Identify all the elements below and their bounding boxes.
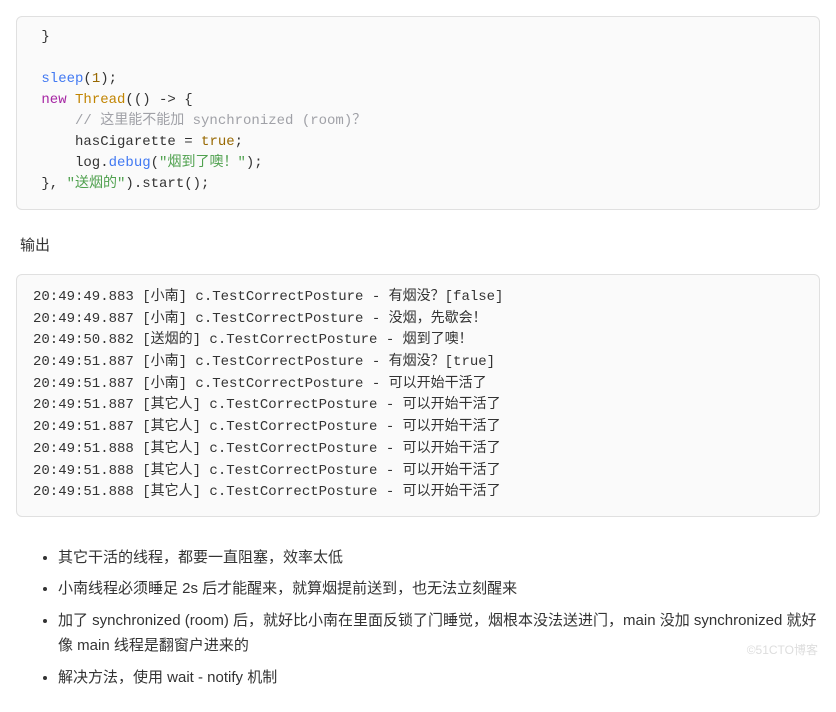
code-number: 1 xyxy=(92,71,100,87)
code-punct: ).start(); xyxy=(125,176,209,192)
code-punct: ( xyxy=(83,71,91,87)
list-item: 小南线程必须睡足 2s 后才能醒来，就算烟提前送到，也无法立刻醒来 xyxy=(58,576,820,602)
list-item: 其它干活的线程，都要一直阻塞，效率太低 xyxy=(58,545,820,571)
output-line: 20:49:51.887 [其它人] c.TestCorrectPosture … xyxy=(33,419,501,435)
output-line: 20:49:51.888 [其它人] c.TestCorrectPosture … xyxy=(33,463,501,479)
code-punct: }, xyxy=(33,176,67,192)
watermark-text: ©51CTO博客 xyxy=(747,641,818,660)
code-class-thread: Thread xyxy=(67,92,126,108)
code-var: hasCigarette xyxy=(33,134,176,150)
code-fn-sleep: sleep xyxy=(33,71,83,87)
output-line: 20:49:51.887 [小南] c.TestCorrectPosture -… xyxy=(33,376,487,392)
output-line: 20:49:50.882 [送烟的] c.TestCorrectPosture … xyxy=(33,332,473,348)
list-item: 加了 synchronized (room) 后，就好比小南在里面反锁了门睡觉，… xyxy=(58,608,820,659)
code-string: "烟到了噢！" xyxy=(159,155,246,171)
code-var: log. xyxy=(33,155,109,171)
output-line: 20:49:51.888 [其它人] c.TestCorrectPosture … xyxy=(33,441,501,457)
output-line: 20:49:51.887 [其它人] c.TestCorrectPosture … xyxy=(33,397,501,413)
code-line: } xyxy=(33,29,50,45)
output-line: 20:49:49.887 [小南] c.TestCorrectPosture -… xyxy=(33,311,487,327)
output-line: 20:49:51.887 [小南] c.TestCorrectPosture -… xyxy=(33,354,495,370)
code-keyword-new: new xyxy=(33,92,67,108)
code-punct: ( xyxy=(151,155,159,171)
code-fn-debug: debug xyxy=(109,155,151,171)
code-comment: // 这里能不能加 synchronized (room)？ xyxy=(33,113,366,129)
code-punct: ); xyxy=(100,71,117,87)
code-punct: ); xyxy=(246,155,263,171)
code-block: } sleep(1); new Thread(() -> { // 这里能不能加… xyxy=(16,16,820,210)
output-line: 20:49:49.883 [小南] c.TestCorrectPosture -… xyxy=(33,289,503,305)
code-punct: = xyxy=(176,134,201,150)
code-punct: ; xyxy=(235,134,243,150)
output-line: 20:49:51.888 [其它人] c.TestCorrectPosture … xyxy=(33,484,501,500)
output-label: 输出 xyxy=(20,234,820,258)
code-punct: (() -> { xyxy=(125,92,192,108)
code-string: "送烟的" xyxy=(67,176,126,192)
output-block: 20:49:49.883 [小南] c.TestCorrectPosture -… xyxy=(16,274,820,517)
code-bool-true: true xyxy=(201,134,235,150)
list-item: 解决方法，使用 wait - notify 机制 xyxy=(58,665,820,691)
notes-list: 其它干活的线程，都要一直阻塞，效率太低 小南线程必须睡足 2s 后才能醒来，就算… xyxy=(16,545,820,691)
